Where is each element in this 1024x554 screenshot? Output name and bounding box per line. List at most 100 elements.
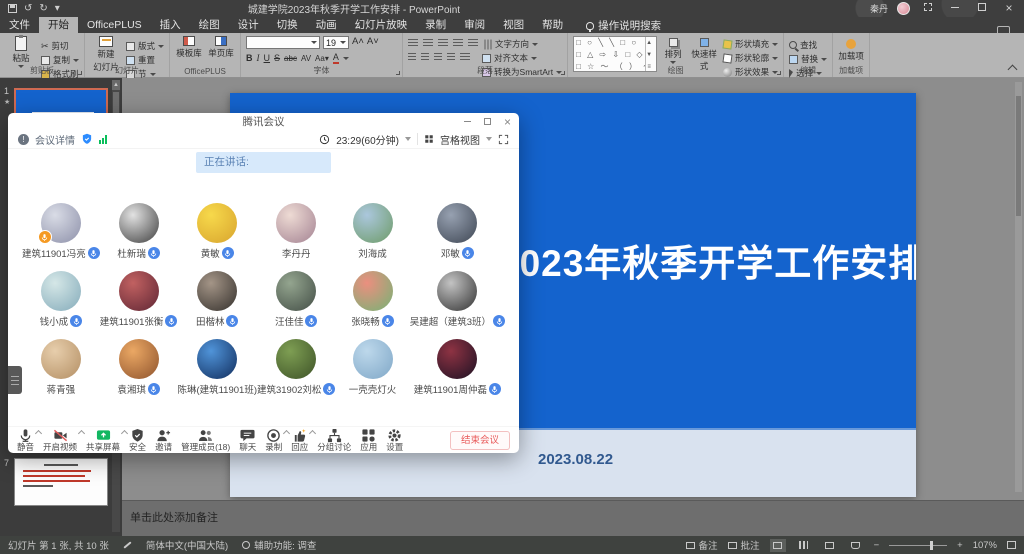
paste-button[interactable]: 粘贴: [5, 36, 37, 68]
meeting-maximize-button[interactable]: [484, 118, 491, 125]
chevron-up-icon[interactable]: [35, 430, 42, 437]
align-left-icon[interactable]: [408, 53, 416, 62]
text-direction-button[interactable]: 文字方向: [482, 38, 562, 50]
bullets-icon[interactable]: [408, 39, 418, 48]
slide-scrollbar[interactable]: [1015, 82, 1022, 492]
timer-dropdown-icon[interactable]: [405, 137, 411, 141]
shape-outline-button[interactable]: 形状轮廓: [723, 52, 778, 64]
columns-icon[interactable]: [460, 53, 470, 62]
participant-tile[interactable]: 黄敏: [177, 203, 257, 271]
tab-插入[interactable]: 插入: [151, 17, 190, 33]
underline-button[interactable]: U: [264, 53, 271, 63]
zoom-in-button[interactable]: +: [957, 540, 963, 551]
participant-tile[interactable]: 一壳壳灯火: [335, 339, 409, 407]
fit-slide-button[interactable]: [1007, 541, 1016, 549]
toolbar-share-screen-button[interactable]: 共享屏幕: [86, 428, 120, 452]
notes-pane[interactable]: 单击此处添加备注: [122, 500, 1024, 536]
clear-format-button[interactable]: abc: [284, 54, 297, 63]
tell-me-search[interactable]: 操作说明搜索: [586, 18, 661, 33]
arrange-button[interactable]: 排列: [661, 36, 685, 64]
toolbar-shield-button[interactable]: 安全: [129, 428, 146, 452]
replace-button[interactable]: 替换: [789, 53, 827, 65]
view-dropdown-icon[interactable]: [486, 137, 492, 141]
toolbar-reaction-button[interactable]: 回应: [291, 428, 308, 452]
toolbar-record-button[interactable]: 录制: [265, 428, 282, 452]
cut-button[interactable]: ✂剪切: [41, 40, 79, 52]
page-library-button[interactable]: 单页库: [207, 36, 235, 59]
toolbar-breakout-button[interactable]: 分组讨论: [317, 428, 351, 452]
participant-tile[interactable]: 建筑11901张衡: [100, 271, 178, 339]
participant-tile[interactable]: 建筑31902刘松: [257, 339, 335, 407]
comments-toggle-button[interactable]: 批注: [728, 538, 760, 552]
meeting-minimize-button[interactable]: [464, 121, 471, 122]
accessibility-status[interactable]: 辅助功能: 调查: [242, 538, 316, 552]
shrink-font-button[interactable]: A˅: [367, 36, 379, 49]
character-spacing-button[interactable]: AV: [301, 54, 311, 63]
minimize-button[interactable]: [946, 0, 964, 17]
spell-check-icon[interactable]: [123, 541, 131, 548]
notes-toggle-button[interactable]: 备注: [686, 538, 718, 552]
chevron-up-icon[interactable]: [121, 430, 128, 437]
align-text-button[interactable]: 对齐文本: [482, 52, 562, 64]
undo-icon[interactable]: ↺: [24, 0, 32, 17]
chevron-up-icon[interactable]: [309, 430, 316, 437]
customize-qat-icon[interactable]: ▾: [55, 0, 60, 17]
drawing-dialog-launcher[interactable]: [777, 71, 781, 75]
participant-tile[interactable]: 刘海成: [335, 203, 409, 271]
info-icon[interactable]: !: [18, 134, 29, 145]
toolbar-members-button[interactable]: 管理成员(18): [181, 428, 230, 452]
maximize-button[interactable]: [973, 0, 991, 17]
account-avatar[interactable]: [897, 2, 910, 15]
line-spacing-icon[interactable]: [468, 39, 478, 48]
numbering-icon[interactable]: [423, 39, 433, 48]
toolbar-apps-button[interactable]: 应用: [360, 428, 377, 452]
layout-button[interactable]: 版式: [126, 40, 164, 52]
italic-button[interactable]: I: [257, 53, 260, 63]
slideshow-button[interactable]: [848, 539, 864, 552]
tab-动画[interactable]: 动画: [307, 17, 346, 33]
slide-sorter-view-button[interactable]: [796, 539, 812, 552]
collapse-ribbon-icon[interactable]: [1008, 65, 1018, 75]
find-button[interactable]: 查找: [789, 39, 827, 51]
tab-录制[interactable]: 录制: [416, 17, 455, 33]
addins-button[interactable]: 加载项: [838, 36, 864, 62]
ribbon-display-options-icon[interactable]: [919, 0, 937, 17]
participant-tile[interactable]: 袁湘琪: [100, 339, 178, 407]
participant-tile[interactable]: 建筑11901周仲磊: [410, 339, 505, 407]
align-right-icon[interactable]: [434, 53, 442, 62]
tab-文件[interactable]: 文件: [0, 17, 39, 33]
align-center-icon[interactable]: [421, 53, 429, 62]
paragraph-dialog-launcher[interactable]: [561, 71, 565, 75]
toolbar-chat-button[interactable]: 聊天: [239, 428, 256, 452]
meeting-timer[interactable]: 23:29(60分钟): [336, 132, 399, 147]
font-name-combo[interactable]: [246, 36, 320, 49]
tab-OfficePLUS[interactable]: OfficePLUS: [78, 17, 151, 33]
participant-tile[interactable]: 杜新瑞: [100, 203, 178, 271]
reading-view-button[interactable]: [822, 539, 838, 552]
meeting-details-link[interactable]: 会议详情: [35, 132, 75, 147]
participant-tile[interactable]: 汪佳佳: [257, 271, 335, 339]
tab-绘图[interactable]: 绘图: [190, 17, 229, 33]
chevron-up-icon[interactable]: [283, 430, 290, 437]
meeting-close-button[interactable]: ×: [504, 115, 511, 129]
slide-title-text[interactable]: 2023年秋季开学工作安排: [498, 233, 916, 287]
participant-tile[interactable]: 建筑11901冯亮: [22, 203, 100, 271]
view-mode-button[interactable]: 宫格视图: [440, 132, 480, 147]
participant-tile[interactable]: 田楷林: [177, 271, 257, 339]
participant-tile[interactable]: 邓敏: [410, 203, 505, 271]
tab-幻灯片放映[interactable]: 幻灯片放映: [346, 17, 417, 33]
redo-icon[interactable]: ↻: [39, 0, 47, 17]
strikethrough-button[interactable]: S: [274, 53, 280, 63]
zoom-slider[interactable]: [889, 545, 947, 546]
increase-indent-icon[interactable]: [453, 39, 463, 48]
floating-panel-handle[interactable]: [8, 366, 22, 394]
slide-date-text[interactable]: 2023.08.22: [538, 451, 613, 468]
tab-切换[interactable]: 切换: [268, 17, 307, 33]
shape-fill-button[interactable]: 形状填充: [723, 38, 778, 50]
font-color-button[interactable]: A: [333, 52, 339, 64]
tab-设计[interactable]: 设计: [229, 17, 268, 33]
network-signal-icon[interactable]: [99, 135, 107, 144]
language-status[interactable]: 简体中文(中国大陆): [146, 538, 228, 552]
fullscreen-icon[interactable]: [498, 134, 509, 145]
clipboard-dialog-launcher[interactable]: [78, 71, 82, 75]
